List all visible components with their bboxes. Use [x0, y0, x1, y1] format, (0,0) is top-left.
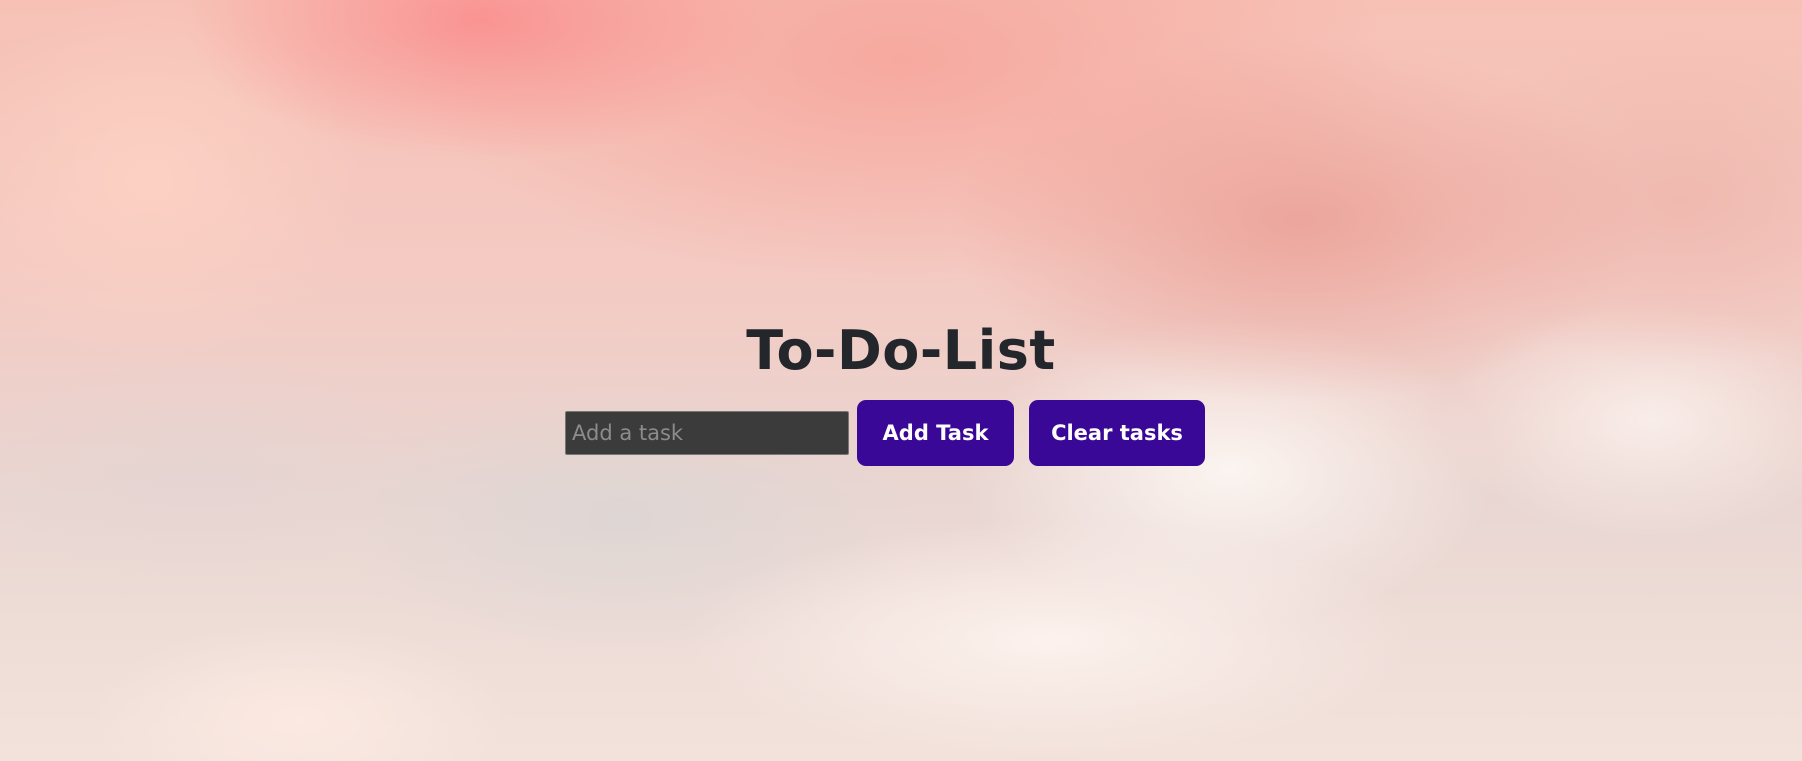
- main-container: To-Do-List: [0, 318, 1802, 384]
- task-form: Add Task Clear tasks: [565, 400, 1205, 466]
- task-input[interactable]: [565, 411, 849, 455]
- add-task-button[interactable]: Add Task: [857, 400, 1014, 466]
- clear-tasks-button[interactable]: Clear tasks: [1029, 400, 1205, 466]
- page-title: To-Do-List: [746, 319, 1056, 382]
